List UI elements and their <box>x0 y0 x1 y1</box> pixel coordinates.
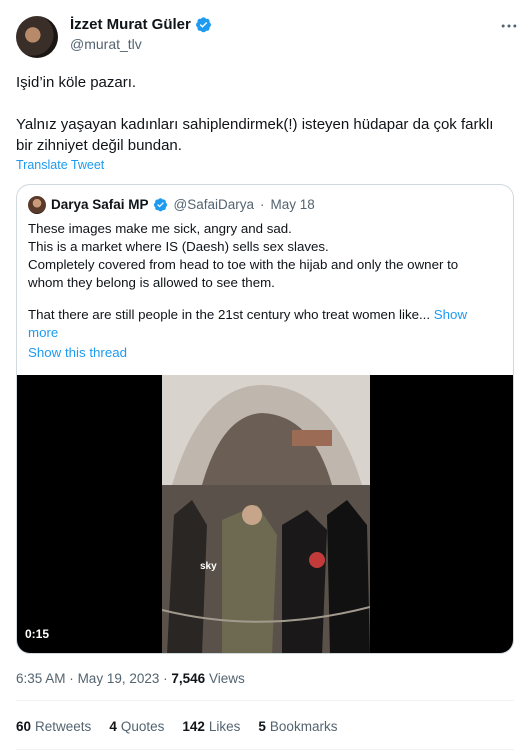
retweets-count[interactable]: 60 <box>16 719 31 734</box>
more-options-icon[interactable] <box>498 16 520 36</box>
bookmarks-label[interactable]: Bookmarks <box>270 719 338 734</box>
quoted-date[interactable]: May 18 <box>271 197 315 212</box>
tweet-text-line-3: bir zihniyet değil bundan. <box>16 137 182 154</box>
quoted-author-avatar[interactable] <box>28 196 46 214</box>
quoted-text-line-1: These images make me sick, angry and sad… <box>28 221 292 236</box>
quotes-stat[interactable]: 4 Quotes <box>109 719 164 734</box>
divider <box>16 700 514 701</box>
author-name-row[interactable]: İzzet Murat Güler <box>70 16 212 33</box>
tweet-time[interactable]: 6:35 AM <box>16 671 66 686</box>
video-duration: 0:15 <box>25 627 50 641</box>
translate-tweet-link[interactable]: Translate Tweet <box>16 158 104 172</box>
likes-count[interactable]: 142 <box>182 719 205 734</box>
quotes-label[interactable]: Quotes <box>121 719 165 734</box>
show-more-link-cont[interactable]: more <box>28 324 58 342</box>
quotes-count[interactable]: 4 <box>109 719 117 734</box>
quoted-author-row[interactable]: Darya Safai MP @SafaiDarya · May 18 <box>51 197 315 212</box>
quoted-text-line-3: Completely covered from head to toe with… <box>28 257 459 272</box>
show-more-link[interactable]: Show <box>434 307 467 322</box>
tweet-stats: 60 Retweets 4 Quotes 142 Likes 5 Bookmarks <box>16 719 337 734</box>
meta-separator: · <box>69 671 74 686</box>
meta-separator-2: · <box>163 671 168 686</box>
tweet-meta: 6:35 AM · May 19, 2023 · 7,546 Views <box>16 671 245 686</box>
views-count: 7,546 <box>171 671 206 686</box>
video-player[interactable]: sky 0:15 <box>17 375 513 653</box>
bookmarks-count[interactable]: 5 <box>258 719 266 734</box>
likes-label[interactable]: Likes <box>209 719 241 734</box>
author-handle[interactable]: @murat_tlv <box>70 36 142 52</box>
video-still <box>162 375 370 653</box>
quoted-text-line-2: This is a market where IS (Daesh) sells … <box>28 239 329 254</box>
quoted-text-line-5: That there are still people in the 21st … <box>28 306 467 324</box>
tweet-text-line-2: Yalnız yaşayan kadınları sahiplendirmek(… <box>16 116 494 133</box>
quoted-author-name[interactable]: Darya Safai MP <box>51 197 149 212</box>
quoted-text-last: That there are still people in the 21st … <box>28 307 431 322</box>
quoted-tweet[interactable]: Darya Safai MP @SafaiDarya · May 18 Thes… <box>16 184 514 654</box>
quoted-text-line-4: whom they belong is allowed to see them. <box>28 275 275 290</box>
author-avatar[interactable] <box>16 16 58 58</box>
likes-stat[interactable]: 142 Likes <box>182 719 240 734</box>
verified-badge-icon <box>195 17 211 33</box>
bookmarks-stat[interactable]: 5 Bookmarks <box>258 719 337 734</box>
tweet-date[interactable]: May 19, 2023 <box>78 671 160 686</box>
divider-bottom <box>16 749 514 750</box>
video-watermark: sky <box>200 561 217 572</box>
author-name[interactable]: İzzet Murat Güler <box>70 16 191 33</box>
retweets-stat[interactable]: 60 Retweets <box>16 719 91 734</box>
tweet-text-line-1: Işid’in köle pazarı. <box>16 74 137 91</box>
quoted-separator: · <box>260 197 265 212</box>
video-frame: sky <box>162 375 370 653</box>
retweets-label[interactable]: Retweets <box>35 719 91 734</box>
show-this-thread-link[interactable]: Show this thread <box>28 345 127 360</box>
views-label: Views <box>208 671 245 686</box>
verified-badge-icon <box>153 198 167 212</box>
quoted-author-handle[interactable]: @SafaiDarya <box>174 197 255 212</box>
